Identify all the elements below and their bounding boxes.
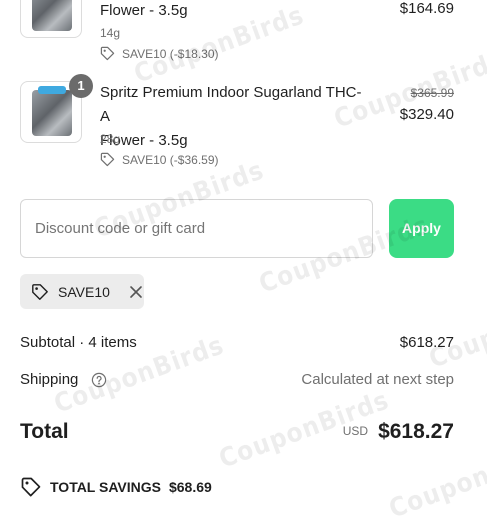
product-image: 1 [20, 74, 93, 143]
total-value: $618.27 [378, 420, 454, 443]
total-label: Total [20, 420, 69, 443]
applied-code-chip: SAVE10 [20, 274, 144, 309]
product-variant: 14g [100, 26, 121, 40]
total-amount: USD $618.27 [343, 420, 454, 444]
tag-icon [100, 46, 115, 61]
shipping-label: Shipping [20, 371, 79, 388]
item-discount-text: SAVE10 (-$18.30) [122, 46, 219, 61]
item-price: $164.69 [399, 0, 454, 17]
tag-icon [100, 152, 115, 167]
quantity-badge: 1 [69, 74, 93, 98]
item-original-price: $365.99 [410, 86, 454, 100]
item-discount: SAVE10 (-$36.59) [100, 152, 219, 167]
savings-label: TOTAL SAVINGS [50, 479, 161, 495]
tag-icon [32, 283, 48, 300]
close-icon[interactable] [129, 285, 143, 299]
product-image [20, 0, 82, 38]
currency-code: USD [342, 424, 369, 438]
product-title-line2: Flower - 3.5g [100, 2, 188, 19]
savings-value: $68.69 [168, 479, 212, 495]
total-savings: TOTAL SAVINGS $68.69 [20, 476, 212, 498]
savings-tag-icon [21, 477, 41, 497]
item-discount: SAVE10 (-$18.30) [100, 46, 219, 61]
subtotal-row: Subtotal · 4 items $618.27 [20, 334, 454, 351]
watermark: CouponBirds [425, 285, 487, 375]
watermark: CouponBirds [385, 435, 487, 525]
product-title-line1: Spritz Premium Indoor Sugarland THC-A [100, 84, 362, 125]
applied-code-text: SAVE10 [58, 283, 110, 300]
item-price: $329.40 [399, 106, 454, 123]
apply-button[interactable]: Apply [389, 199, 454, 258]
discount-code-input[interactable] [20, 199, 373, 258]
subtotal-value: $618.27 [399, 334, 454, 351]
shipping-label-group: Shipping [20, 371, 107, 388]
product-variant: 28g [100, 132, 121, 146]
help-circle-icon[interactable] [91, 372, 107, 388]
shipping-row: Shipping Calculated at next step [20, 371, 454, 388]
shipping-value: Calculated at next step [301, 371, 454, 389]
cart-item: 1 Spritz Premium Indoor Sugarland THC-A … [20, 74, 454, 171]
subtotal-label: Subtotal · 4 items [20, 334, 137, 351]
cart-item: Flower - 3.5g 14g SAVE10 (-$18.30) $164.… [20, 0, 454, 66]
product-title: Spritz Premium Indoor Sugarland THC-A Fl… [100, 81, 370, 153]
total-row: Total USD $618.27 [20, 420, 454, 444]
item-discount-text: SAVE10 (-$36.59) [122, 152, 219, 167]
